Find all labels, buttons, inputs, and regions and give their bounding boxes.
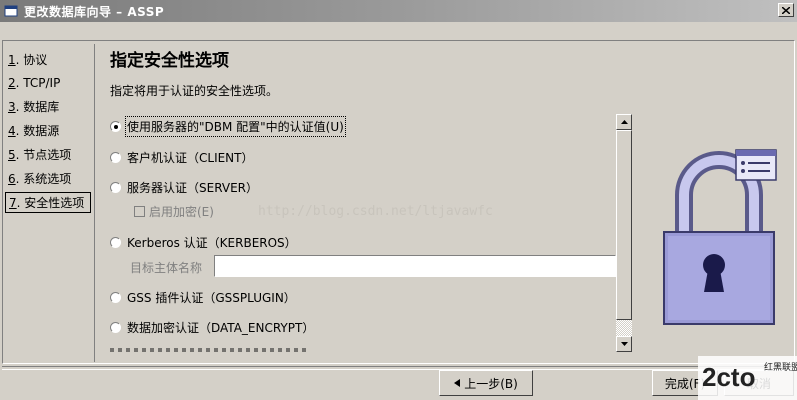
radio-client[interactable]: 客户机认证（CLIENT）: [110, 149, 254, 166]
nav-item-database[interactable]: 3. 数据库: [5, 97, 91, 118]
step-number: 6: [8, 172, 16, 186]
site-logo: 2cto 红黑联盟: [698, 356, 797, 400]
page-subtitle: 指定将用于认证的安全性选项。: [110, 84, 279, 98]
nav-item-security-options[interactable]: 7. 安全性选项: [5, 192, 91, 213]
radio-indicator: [110, 182, 121, 193]
radio-indicator: [110, 237, 121, 248]
nav-item-label: . 安全性选项: [16, 196, 85, 210]
scroll-thumb[interactable]: [616, 130, 632, 320]
radio-data-encrypt[interactable]: 数据加密认证（DATA_ENCRYPT）: [110, 319, 314, 336]
watermark-text: http://blog.csdn.net/ltjavawfc: [258, 204, 493, 219]
nav-item-label: . 节点选项: [15, 148, 72, 162]
app-icon: [4, 5, 18, 17]
encrypt-checkbox[interactable]: 启用加密(E): [134, 203, 214, 220]
step-number: 5: [8, 148, 16, 162]
radio-kerberos[interactable]: Kerberos 认证（KERBEROS）: [110, 234, 297, 251]
title-bar: 更改数据库向导 – ASSP: [0, 0, 797, 22]
scroll-down-button[interactable]: [616, 336, 632, 352]
radio-label: 服务器认证（SERVER）: [127, 181, 259, 195]
wizard-step-nav: 1. 协议 2. TCP/IP 3. 数据库 4. 数据源 5. 节点选项 6.…: [5, 44, 95, 362]
back-button[interactable]: 上一步(B): [439, 370, 533, 396]
radio-indicator: [110, 322, 121, 333]
radio-label: 数据加密认证（DATA_ENCRYPT）: [127, 321, 315, 335]
close-button[interactable]: [778, 3, 794, 17]
target-principal-input[interactable]: [214, 255, 616, 277]
nav-item-system-options[interactable]: 6. 系统选项: [5, 169, 91, 190]
radio-gssplugin[interactable]: GSS 插件认证（GSSPLUGIN）: [110, 289, 296, 306]
security-lock-icon: [663, 149, 777, 325]
nav-item-protocol[interactable]: 1. 协议: [5, 50, 91, 71]
security-options-panel: 使用服务器的"DBM 配置"中的认证值(U) 客户机认证（CLIENT） 服务器…: [108, 112, 616, 352]
radio-indicator: [110, 121, 121, 132]
radio-dbm-config[interactable]: 使用服务器的"DBM 配置"中的认证值(U): [110, 116, 346, 137]
scroll-track[interactable]: [616, 320, 632, 336]
radio-indicator: [110, 152, 121, 163]
target-principal-label: 目标主体名称: [130, 261, 203, 275]
page-title: 指定安全性选项: [110, 51, 229, 71]
nav-item-datasource[interactable]: 4. 数据源: [5, 121, 91, 142]
radio-label: Kerberos 认证（KERBEROS）: [127, 236, 297, 250]
radio-indicator: [110, 292, 121, 303]
nav-item-label: . TCP/IP: [15, 76, 61, 90]
nav-item-node-options[interactable]: 5. 节点选项: [5, 145, 91, 166]
step-number: 1: [8, 53, 16, 67]
nav-item-label: . 协议: [15, 53, 48, 67]
checkbox-indicator: [134, 206, 145, 217]
scroll-up-button[interactable]: [616, 114, 632, 130]
radio-label: 使用服务器的"DBM 配置"中的认证值(U): [125, 116, 346, 137]
step-number: 2: [8, 76, 16, 90]
clipped-option: [110, 348, 310, 352]
step-number: 4: [8, 124, 16, 138]
vertical-scrollbar[interactable]: [616, 114, 632, 352]
checkbox-label: 启用加密(E): [149, 205, 214, 219]
arrow-up-icon: [620, 120, 628, 124]
nav-item-label: . 数据库: [15, 100, 60, 114]
radio-label: 客户机认证（CLIENT）: [127, 151, 254, 165]
step-number: 3: [8, 100, 16, 114]
close-icon: [782, 6, 790, 14]
radio-server[interactable]: 服务器认证（SERVER）: [110, 179, 258, 196]
step-number: 7: [9, 196, 17, 210]
nav-item-label: . 数据源: [15, 124, 60, 138]
arrow-left-icon: [454, 379, 461, 387]
radio-label: GSS 插件认证（GSSPLUGIN）: [127, 291, 296, 305]
back-button-label: 上一步(B): [464, 376, 518, 391]
window-title: 更改数据库向导 – ASSP: [24, 4, 165, 19]
arrow-down-icon: [620, 342, 628, 346]
logo-subtext: 红黑联盟: [764, 361, 797, 373]
certificate-card-icon: [735, 149, 777, 181]
nav-item-label: . 系统选项: [15, 172, 72, 186]
nav-item-tcpip[interactable]: 2. TCP/IP: [5, 73, 91, 94]
logo-text: 2cto: [702, 362, 755, 392]
